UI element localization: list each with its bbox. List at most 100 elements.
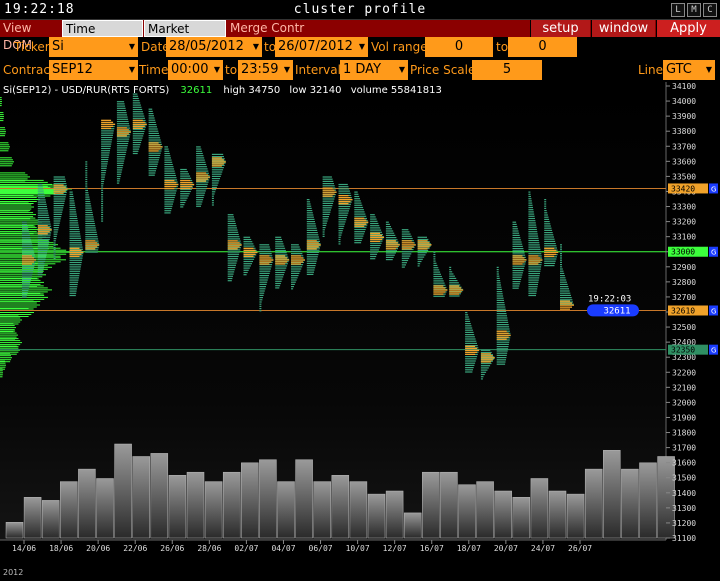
day-cluster-bar bbox=[37, 205, 47, 208]
menu-time-interval[interactable]: Time Interval bbox=[62, 20, 143, 53]
day-cluster-bar bbox=[196, 159, 205, 161]
day-cluster-bar bbox=[512, 234, 520, 236]
setup-button[interactable]: setup bbox=[530, 20, 590, 37]
day-cluster-bar bbox=[22, 272, 33, 274]
day-cluster-bar bbox=[69, 204, 76, 206]
level-price-tag-label: 33420 bbox=[671, 184, 695, 193]
day-cluster-bar bbox=[227, 251, 240, 253]
date-tick-label: 10/07 bbox=[346, 544, 370, 553]
day-cluster-bar bbox=[259, 283, 267, 285]
day-cluster-bar bbox=[496, 324, 509, 326]
time-from-select[interactable]: 00:00 ▼ bbox=[168, 60, 223, 80]
day-cluster-bar bbox=[560, 255, 562, 257]
day-cluster-bar bbox=[291, 248, 301, 250]
day-cluster-bar bbox=[322, 227, 326, 229]
day-cluster-bar bbox=[354, 200, 361, 202]
day-poc-bar bbox=[37, 227, 50, 229]
day-cluster-bar bbox=[148, 117, 155, 119]
volume-bar bbox=[566, 493, 585, 539]
day-cluster-bar bbox=[417, 256, 425, 258]
market-profile-bar bbox=[0, 366, 6, 368]
market-profile-bar bbox=[0, 204, 32, 206]
day-cluster-bar bbox=[528, 248, 541, 250]
window-button-m[interactable]: M bbox=[687, 3, 701, 17]
volume-bar bbox=[114, 443, 132, 539]
day-cluster-bar bbox=[53, 205, 64, 207]
apply-button[interactable]: Apply bbox=[656, 20, 720, 37]
day-poc-bar bbox=[496, 330, 507, 332]
day-cluster-bar bbox=[37, 245, 49, 247]
date-to-select[interactable]: 26/07/2012 ▼ bbox=[275, 37, 368, 57]
day-cluster-bar bbox=[196, 183, 208, 185]
price-scale-input[interactable]: 5 bbox=[472, 60, 542, 80]
day-cluster-bar bbox=[211, 200, 214, 202]
day-cluster-bar bbox=[101, 205, 104, 207]
market-profile-bar bbox=[0, 253, 67, 255]
day-cluster-bar bbox=[116, 125, 130, 127]
day-cluster-bar bbox=[148, 121, 156, 123]
date-from-select[interactable]: 28/05/2012 ▼ bbox=[166, 37, 262, 57]
day-cluster-bar bbox=[69, 209, 76, 211]
market-profile-bar bbox=[0, 312, 34, 313]
interval-select[interactable]: 1 DAY ▼ bbox=[340, 60, 408, 80]
day-cluster-bar bbox=[306, 269, 315, 271]
market-profile-bar bbox=[0, 277, 37, 279]
day-cluster-bar bbox=[53, 218, 61, 220]
market-profile-bar bbox=[0, 266, 52, 268]
day-cluster-bar bbox=[465, 364, 475, 366]
day-cluster-bar bbox=[465, 316, 469, 318]
day-cluster-bar bbox=[496, 346, 509, 348]
day-cluster-bar bbox=[164, 194, 176, 196]
day-cluster-bar bbox=[132, 117, 145, 119]
day-cluster-bar bbox=[148, 161, 159, 163]
day-cluster-bar bbox=[275, 280, 282, 282]
day-cluster-bar bbox=[37, 269, 44, 271]
window-button-c[interactable]: C bbox=[703, 3, 717, 17]
volume-bar bbox=[150, 453, 169, 539]
ticker-select[interactable]: Si ▼ bbox=[49, 37, 138, 57]
day-poc-bar bbox=[53, 184, 64, 186]
vol-to-input[interactable]: 0 bbox=[508, 37, 577, 57]
day-cluster-bar bbox=[101, 183, 104, 185]
market-profile-bar bbox=[0, 332, 17, 334]
day-cluster-bar bbox=[196, 205, 201, 207]
time-to-select[interactable]: 23:59 ▼ bbox=[238, 60, 293, 80]
window-button-l[interactable]: L bbox=[671, 3, 685, 17]
menu-market-watch[interactable]: Market Watch bbox=[144, 20, 226, 53]
window-button[interactable]: window bbox=[591, 20, 655, 37]
day-cluster-bar bbox=[401, 251, 413, 253]
price-tick-label: 33300 bbox=[672, 203, 696, 212]
vol-from-input[interactable]: 0 bbox=[425, 37, 493, 57]
volume-bar bbox=[5, 522, 24, 539]
line-select[interactable]: GTC ▼ bbox=[663, 60, 715, 80]
day-cluster-bar bbox=[496, 354, 507, 356]
day-cluster-bar bbox=[465, 362, 476, 364]
day-cluster-bar bbox=[528, 195, 531, 198]
day-cluster-bar bbox=[417, 263, 421, 265]
day-cluster-bar bbox=[417, 254, 426, 256]
day-cluster-bar bbox=[528, 286, 538, 288]
cluster-profile-chart[interactable]: 3410034000339003380033700336003350033400… bbox=[0, 82, 720, 578]
day-cluster-bar bbox=[69, 215, 77, 217]
day-cluster-bar bbox=[148, 126, 157, 128]
day-poc-bar bbox=[85, 246, 98, 248]
day-cluster-bar bbox=[291, 246, 300, 248]
day-poc-bar bbox=[227, 246, 240, 248]
day-cluster-bar bbox=[259, 248, 271, 250]
day-cluster-bar bbox=[243, 271, 248, 274]
day-poc-bar bbox=[449, 285, 460, 287]
date-tick-label: 18/06 bbox=[49, 544, 73, 553]
day-cluster-bar bbox=[528, 275, 540, 277]
day-cluster-bar bbox=[148, 170, 156, 172]
menu-merge-contr[interactable]: Merge Contr bbox=[227, 20, 311, 37]
volume-bar bbox=[530, 478, 549, 539]
price-tick-label: 32100 bbox=[672, 383, 696, 392]
market-profile-bar bbox=[0, 298, 45, 300]
contract-select[interactable]: SEP12 ▼ bbox=[49, 60, 138, 80]
day-cluster-bar bbox=[417, 236, 427, 238]
day-cluster-bar bbox=[544, 210, 547, 212]
day-poc-bar bbox=[291, 255, 301, 257]
day-cluster-bar bbox=[528, 242, 540, 244]
day-poc-bar bbox=[291, 261, 303, 263]
menu-view-dom[interactable]: View DOM bbox=[0, 20, 62, 52]
